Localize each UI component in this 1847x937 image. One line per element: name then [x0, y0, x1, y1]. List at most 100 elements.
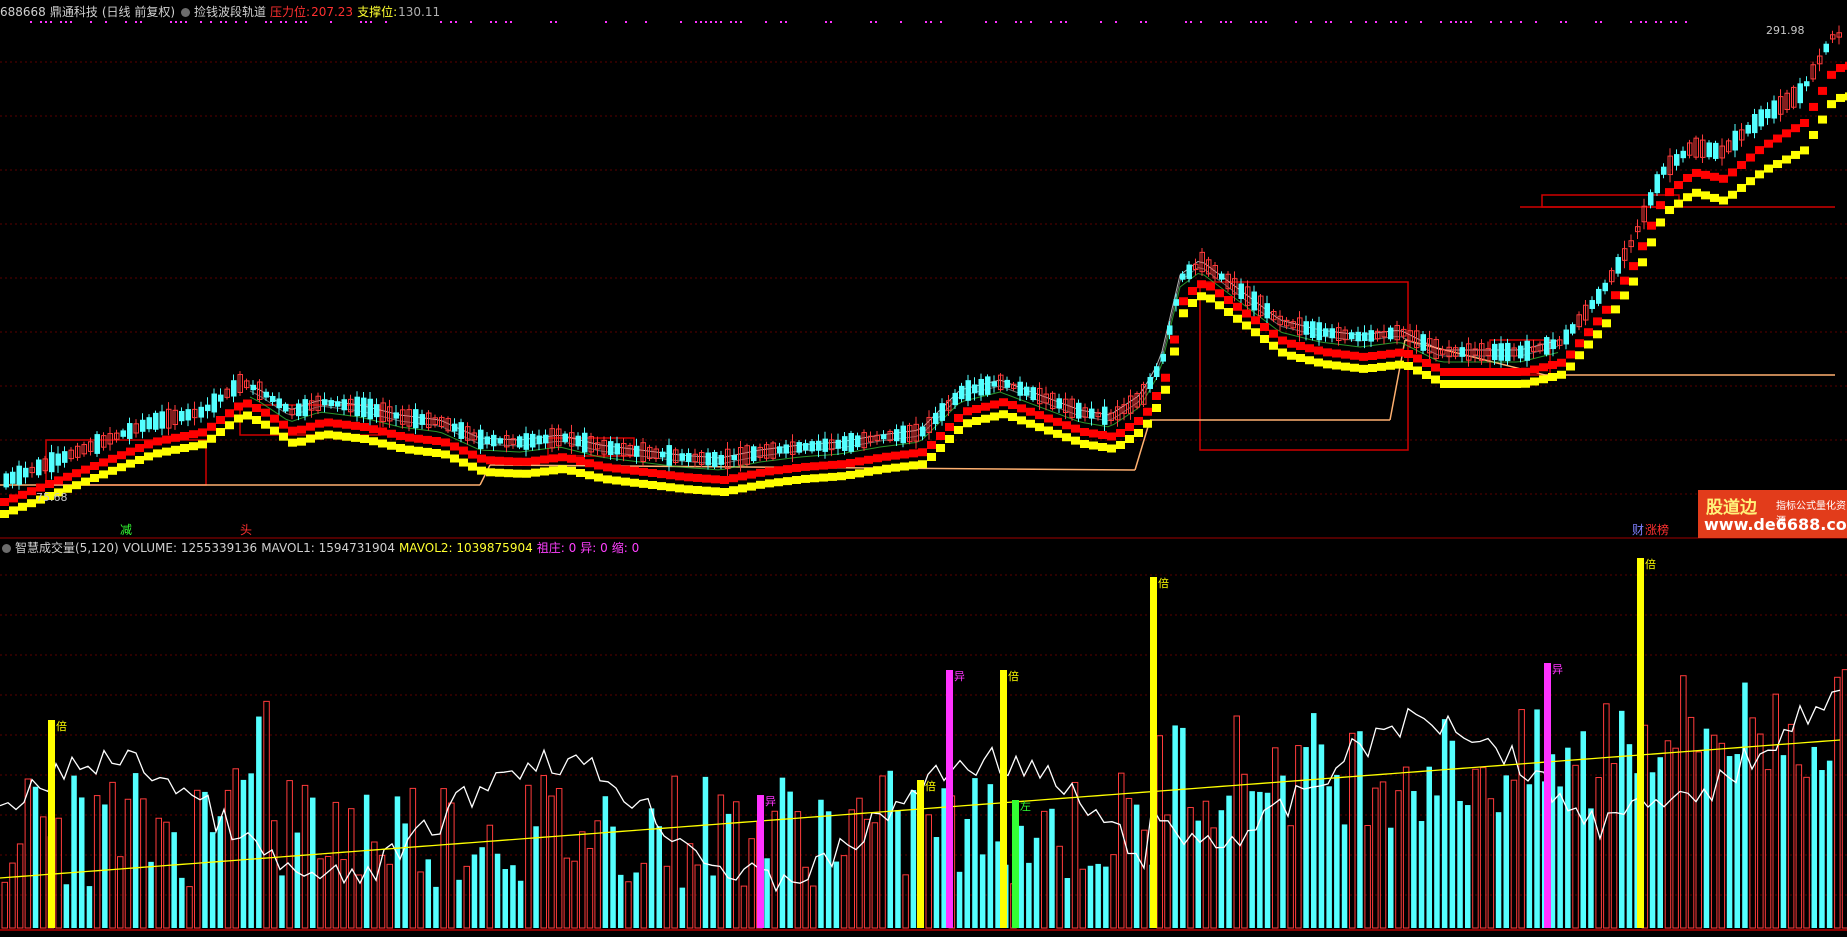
volume-bar	[1834, 676, 1841, 929]
candle-body	[933, 412, 939, 425]
indicator-settings-icon[interactable]	[181, 8, 191, 17]
candle-body	[660, 451, 666, 458]
stock-symbol: 688668	[0, 5, 46, 19]
upper-trail-block	[1701, 170, 1710, 179]
indicator-name[interactable]: 捡钱波段轨道	[194, 5, 266, 19]
volume-bar	[610, 826, 616, 928]
top-dot	[695, 21, 697, 23]
volume-bar	[1226, 795, 1232, 928]
lower-trail-block	[99, 470, 108, 479]
candle-body	[94, 434, 100, 454]
volume-bar	[1280, 775, 1286, 928]
volume-bar	[1172, 725, 1178, 928]
candle-body	[822, 438, 828, 452]
lower-trail-block	[972, 417, 981, 425]
lower-trail-block	[450, 454, 459, 463]
lower-trail-block	[891, 463, 900, 472]
candle-body	[530, 433, 536, 448]
top-dot	[1050, 21, 1052, 23]
top-dot	[1060, 21, 1062, 23]
period-label[interactable]: (日线 前复权)	[102, 5, 175, 19]
volume-bar	[171, 832, 177, 928]
candlesticks	[3, 25, 1842, 490]
candle-body	[1316, 322, 1322, 341]
volume-bar	[533, 826, 539, 928]
volume-bar	[32, 786, 39, 928]
volume-indicator-name[interactable]: 智慧成交量(5,120)	[15, 541, 119, 555]
candle-body	[1615, 257, 1621, 274]
upper-trail-block	[1674, 181, 1683, 190]
candle-body	[1823, 43, 1829, 53]
top-dot	[735, 21, 737, 23]
candle-body	[270, 395, 276, 403]
upper-trail-block	[999, 398, 1008, 407]
upper-trail-block	[1503, 368, 1512, 376]
lower-trail-block	[675, 484, 684, 493]
lower-trail-block	[1224, 308, 1233, 316]
upper-trail-block	[450, 442, 459, 451]
volume-bar	[1187, 807, 1194, 929]
upper-trail-block	[360, 423, 369, 431]
upper-trail-block	[1683, 173, 1692, 182]
upper-trail-block	[945, 423, 954, 431]
candle-body	[153, 412, 159, 430]
upper-trail-block	[1449, 368, 1458, 376]
volume-bar	[433, 886, 439, 928]
volume-bar	[510, 865, 516, 928]
upper-trail-block	[828, 460, 837, 469]
upper-trail-block	[1197, 280, 1206, 289]
lower-trail-block	[576, 469, 585, 477]
lower-trail-block	[990, 412, 999, 421]
volume-settings-icon[interactable]	[2, 544, 11, 553]
lower-trail-block	[1035, 423, 1044, 432]
lower-trail-block	[1071, 436, 1080, 445]
upper-trail-block	[936, 432, 945, 440]
candle-body	[263, 391, 269, 398]
top-dot	[1420, 21, 1422, 23]
upper-trail-block	[1764, 139, 1773, 148]
lower-trail-block	[1314, 358, 1323, 367]
candle-body	[1797, 83, 1803, 104]
volume-bar	[16, 843, 24, 929]
lower-trail-block	[531, 468, 540, 477]
stock-chart[interactable]: 倍异倍异 倍左倍异倍 291.98 75.68 减 头 财 涨榜	[0, 0, 1847, 937]
lower-trail-block	[378, 439, 387, 448]
upper-trail-block	[900, 450, 909, 459]
lower-trail-block	[189, 442, 198, 451]
candle-body	[543, 434, 549, 444]
lower-trail-block	[1287, 351, 1296, 360]
candle-body	[120, 430, 126, 437]
volume-bar	[310, 797, 316, 928]
upper-trail-block	[1188, 287, 1197, 295]
upper-trail-block	[1008, 401, 1017, 409]
lower-trail-block	[423, 447, 432, 456]
top-dot	[1225, 21, 1227, 23]
lower-trail-block	[1332, 361, 1341, 370]
volume-bar	[402, 823, 408, 928]
top-dot	[1660, 21, 1662, 23]
volume-bar	[1372, 787, 1379, 929]
upper-trail-block	[396, 432, 405, 440]
volume-bar	[818, 799, 824, 928]
upper-trail-block	[1548, 361, 1557, 369]
volume-bar	[1610, 763, 1618, 929]
upper-trail-block	[468, 450, 477, 459]
candle-body	[205, 404, 211, 412]
candle-body	[127, 423, 133, 439]
watermark-url: www.de6688.com	[1704, 515, 1847, 534]
lower-trail-block	[720, 488, 729, 496]
upper-trail-block	[108, 454, 117, 463]
top-dot	[1330, 21, 1332, 23]
volume-bar	[618, 874, 624, 928]
lower-trail-block	[765, 479, 774, 488]
upper-trail-block	[45, 480, 54, 488]
top-dot	[1675, 21, 1677, 23]
candle-body	[1167, 325, 1173, 335]
upper-trail-block	[639, 467, 648, 476]
upper-trail-block	[54, 476, 63, 485]
volume-bar	[502, 869, 508, 928]
lower-trail-block	[1746, 177, 1755, 186]
candle-body	[1368, 330, 1374, 342]
upper-trail-block	[387, 429, 396, 438]
lower-trail-block	[1764, 164, 1773, 173]
